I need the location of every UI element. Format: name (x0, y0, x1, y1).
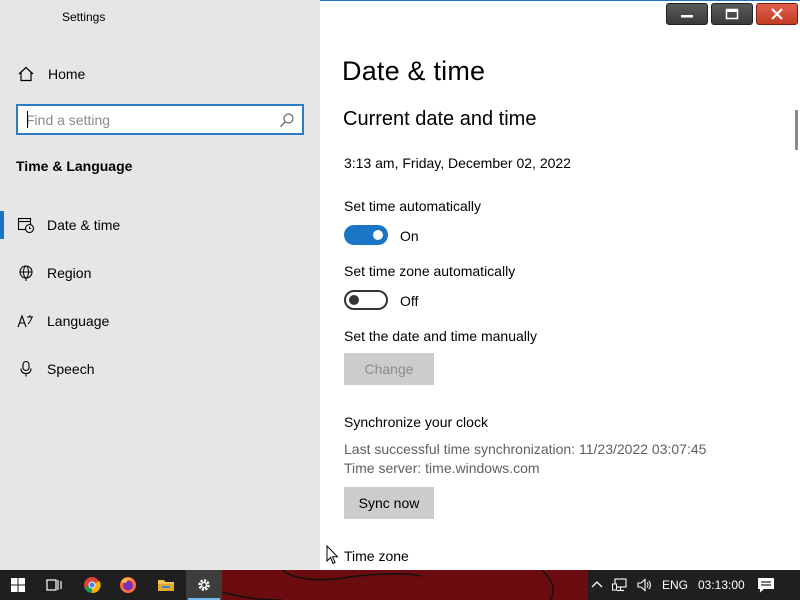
window-border (320, 0, 800, 1)
volume-icon[interactable] (636, 577, 652, 593)
start-icon (11, 578, 25, 592)
task-view-icon (46, 579, 62, 591)
search-box[interactable] (16, 104, 304, 135)
minimize-icon (681, 15, 693, 18)
maximize-icon (725, 8, 739, 20)
sidebar-item-label: Region (47, 265, 92, 281)
text-caret (27, 111, 28, 128)
action-center-icon[interactable] (756, 576, 776, 594)
maximize-button[interactable] (711, 3, 753, 25)
taskbar: ENG 03:13:00 (0, 570, 800, 600)
sidebar-item-language[interactable]: Language (0, 303, 320, 339)
calendar-clock-icon (17, 216, 35, 234)
settings-taskbar-button[interactable] (186, 570, 222, 600)
minimize-button[interactable] (666, 3, 708, 25)
chrome-icon (84, 577, 101, 594)
set-time-auto-state: On (400, 228, 419, 244)
sidebar-item-label: Language (47, 313, 110, 329)
sync-now-button[interactable]: Sync now (344, 487, 434, 519)
taskbar-clock[interactable]: 03:13:00 (698, 578, 745, 592)
close-button[interactable] (756, 3, 798, 25)
home-label: Home (48, 66, 86, 82)
toggle-knob (349, 295, 359, 305)
section-heading: Time & Language (16, 158, 133, 174)
input-language-indicator[interactable]: ENG (662, 578, 688, 592)
mouse-cursor-icon (326, 545, 339, 565)
set-time-auto-label: Set time automatically (344, 198, 481, 214)
change-button[interactable]: Change (344, 353, 434, 385)
settings-window: Settings Home Time & Language Date & tim… (0, 0, 800, 570)
set-timezone-auto-toggle[interactable] (344, 290, 388, 310)
search-input[interactable] (26, 110, 276, 130)
task-view-button[interactable] (36, 570, 72, 600)
file-explorer-taskbar-button[interactable] (148, 570, 184, 600)
scrollbar[interactable] (795, 110, 798, 150)
time-server-text: Time server: time.windows.com (344, 460, 540, 476)
language-icon (17, 312, 35, 330)
sidebar-item-date-time[interactable]: Date & time (0, 207, 320, 243)
section-title: Current date and time (343, 108, 537, 130)
manual-datetime-label: Set the date and time manually (344, 328, 538, 344)
home-icon (17, 65, 35, 83)
sidebar-item-speech[interactable]: Speech (0, 351, 320, 387)
network-icon[interactable] (612, 577, 628, 593)
set-timezone-auto-state: Off (400, 293, 419, 309)
active-indicator (0, 211, 4, 239)
set-time-auto-toggle[interactable] (344, 225, 388, 245)
main-content: Date & time Current date and time 3:13 a… (320, 0, 800, 570)
toggle-knob (373, 230, 383, 240)
sidebar-item-label: Date & time (47, 217, 121, 233)
last-sync-text: Last successful time synchronization: 11… (344, 441, 707, 457)
settings-icon (198, 579, 210, 591)
desktop-wallpaper (222, 570, 588, 600)
page-title: Date & time (342, 56, 486, 86)
close-icon (771, 8, 783, 20)
firefox-taskbar-button[interactable] (110, 570, 146, 600)
time-zone-label: Time zone (344, 548, 409, 564)
file-explorer-icon (158, 580, 174, 591)
current-datetime: 3:13 am, Friday, December 02, 2022 (344, 155, 571, 171)
search-icon[interactable] (279, 112, 295, 128)
sidebar: Settings Home Time & Language Date & tim… (0, 0, 320, 570)
app-title: Settings (62, 10, 106, 24)
chrome-taskbar-button[interactable] (74, 570, 110, 600)
sidebar-item-region[interactable]: Region (0, 255, 320, 291)
sync-heading: Synchronize your clock (344, 414, 488, 430)
sidebar-item-label: Speech (47, 361, 95, 377)
chevron-up-icon[interactable] (589, 577, 605, 593)
globe-icon (17, 264, 35, 282)
firefox-icon (120, 577, 136, 593)
microphone-icon (17, 360, 35, 378)
set-timezone-auto-label: Set time zone automatically (344, 263, 516, 279)
home-link[interactable]: Home (0, 60, 320, 88)
start-button[interactable] (0, 570, 36, 600)
